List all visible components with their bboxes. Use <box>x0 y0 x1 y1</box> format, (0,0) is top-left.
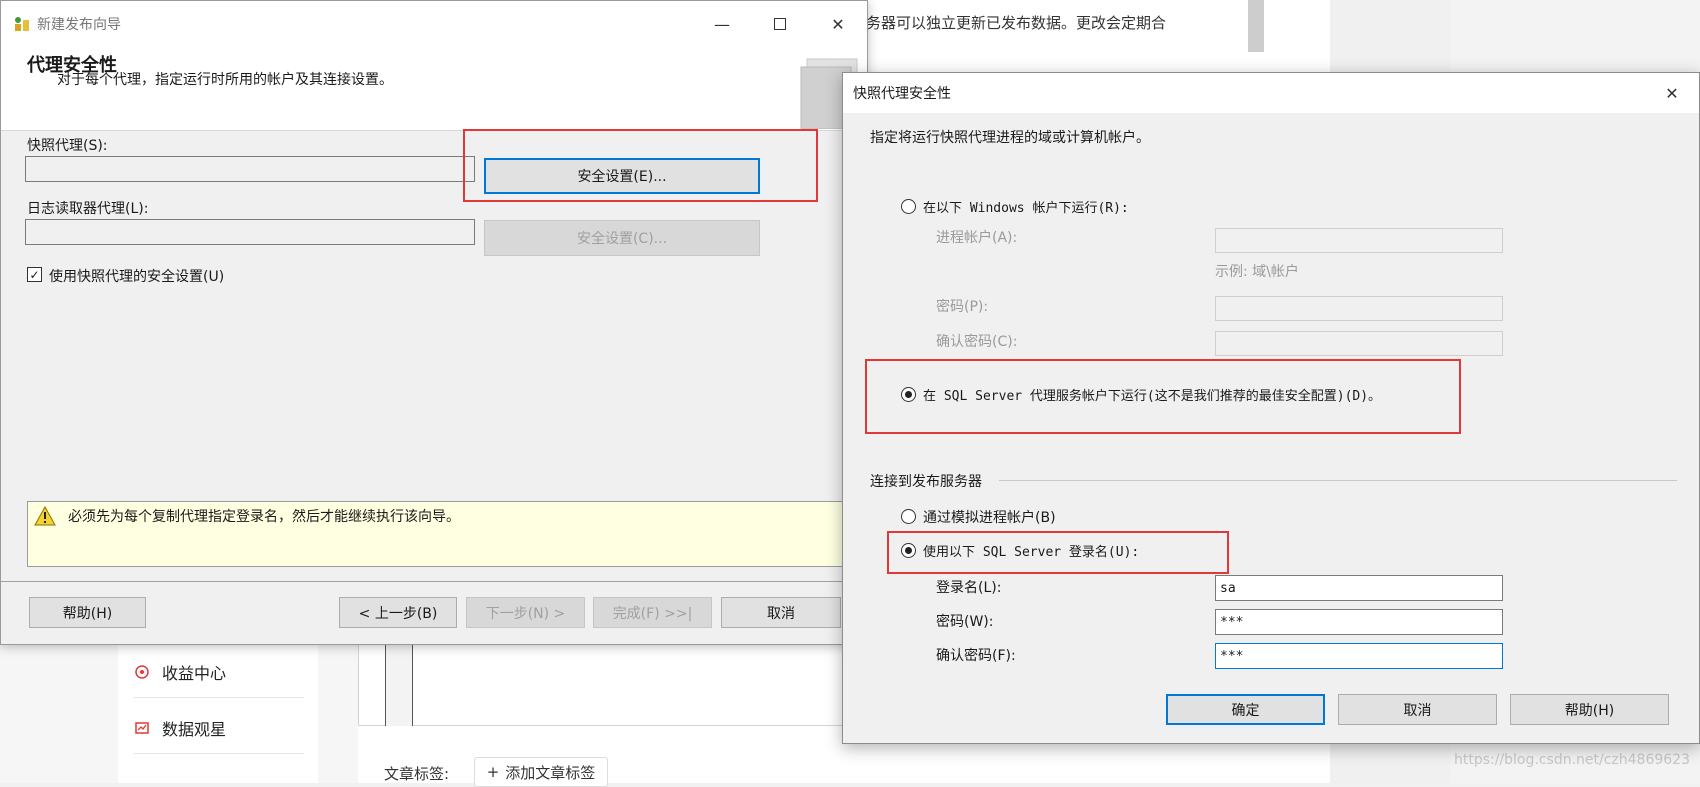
sidebar-item-data[interactable]: 数据观星 <box>134 702 304 754</box>
wizard-app-icon <box>13 15 31 37</box>
coin-icon <box>134 664 150 680</box>
publication-wizard-window: 新建发布向导 — ✕ 代理安全性 对于每个代理，指定运行时所用的帐户及其连接设置… <box>0 0 869 645</box>
editor-scroll-strip <box>385 640 413 726</box>
snapshot-agent-security-dialog: 快照代理安全性 ✕ 指定将运行快照代理进程的域或计算机帐户。 在以下 Windo… <box>842 72 1700 744</box>
process-account-label: 进程帐户(A): <box>936 230 1018 246</box>
dialog-description: 指定将运行快照代理进程的域或计算机帐户。 <box>870 130 1150 146</box>
sidebar-item-revenue[interactable]: 收益中心 <box>134 646 304 698</box>
use-snapshot-settings-label: 使用快照代理的安全设置(U) <box>49 269 225 285</box>
dialog-cancel-button[interactable]: 取消 <box>1338 694 1497 725</box>
snapshot-agent-field[interactable] <box>25 156 475 182</box>
checkmark-icon: ✓ <box>29 267 40 282</box>
maximize-button[interactable] <box>751 1 809 47</box>
plus-icon: + <box>486 763 500 781</box>
impersonate-account-radio-label: 通过模拟进程帐户(B) <box>923 510 1056 526</box>
group-divider <box>999 480 1677 481</box>
sidebar-item-label: 收益中心 <box>162 663 227 683</box>
dialog-titlebar: 快照代理安全性 ✕ <box>843 73 1699 113</box>
windows-account-radio[interactable] <box>901 199 916 214</box>
help-button[interactable]: 帮助(H) <box>29 597 146 628</box>
example-text: 示例: 域\帐户 <box>1215 264 1299 280</box>
warning-panel: 必须先为每个复制代理指定登录名，然后才能继续执行该向导。 <box>27 501 869 567</box>
process-account-input[interactable] <box>1215 228 1503 253</box>
impersonate-account-radio[interactable] <box>901 509 916 524</box>
password-input[interactable] <box>1215 296 1503 321</box>
watermark: https://blog.csdn.net/czh4869623 <box>1453 752 1690 768</box>
password2-input[interactable]: *** <box>1215 609 1503 635</box>
minimize-icon: — <box>714 14 730 34</box>
wizard-title: 新建发布向导 <box>37 17 121 33</box>
logreader-agent-field[interactable] <box>25 219 475 245</box>
password-label: 密码(P): <box>936 299 989 315</box>
chart-icon <box>134 720 150 736</box>
background-article-text: 务器可以独立更新已发布数据。更改会定期合 <box>866 14 1167 32</box>
use-snapshot-settings-checkbox[interactable]: ✓ <box>27 267 42 282</box>
tag-label: 文章标签: <box>384 765 450 783</box>
close-icon: ✕ <box>831 14 845 34</box>
warning-text: 必须先为每个复制代理指定登录名，然后才能继续执行该向导。 <box>68 509 460 525</box>
background-scrollbar[interactable] <box>1248 0 1264 52</box>
logreader-security-settings-button[interactable]: 安全设置(C)... <box>484 220 760 256</box>
login-label: 登录名(L): <box>936 580 1002 596</box>
windows-account-radio-label: 在以下 Windows 帐户下运行(R): <box>923 201 1129 216</box>
sidebar-item-label: 数据观星 <box>162 719 227 739</box>
highlight-box-snapshot-settings <box>463 129 818 202</box>
sidebar-menu: 收益中心 数据观星 <box>118 640 318 783</box>
footer-divider <box>1 581 867 582</box>
wizard-header: 代理安全性 对于每个代理，指定运行时所用的帐户及其连接设置。 <box>1 47 867 131</box>
close-button[interactable]: ✕ <box>809 1 867 47</box>
warning-icon <box>34 505 56 530</box>
close-icon: ✕ <box>1665 83 1679 103</box>
dialog-close-button[interactable]: ✕ <box>1643 70 1700 116</box>
next-button[interactable]: 下一步(N) > <box>466 597 585 628</box>
confirm2-label: 确认密码(F): <box>936 648 1016 664</box>
confirm-password-input[interactable] <box>1215 331 1503 356</box>
page-subtitle: 对于每个代理，指定运行时所用的帐户及其连接设置。 <box>57 72 393 88</box>
finish-button[interactable]: 完成(F) >>| <box>593 597 712 628</box>
confirm2-input[interactable]: *** <box>1215 643 1503 669</box>
wizard-titlebar: 新建发布向导 — ✕ <box>1 1 867 47</box>
password2-label: 密码(W): <box>936 614 994 630</box>
logreader-agent-label: 日志读取器代理(L): <box>27 201 149 217</box>
confirm-password-label: 确认密码(C): <box>936 334 1018 350</box>
dialog-help-button[interactable]: 帮助(H) <box>1510 694 1669 725</box>
dialog-title: 快照代理安全性 <box>853 86 951 102</box>
highlight-box-sql-agent <box>865 359 1461 434</box>
connect-group-label: 连接到发布服务器 <box>870 474 982 490</box>
highlight-box-sql-login <box>887 531 1229 574</box>
minimize-button[interactable]: — <box>693 1 751 47</box>
snapshot-agent-label: 快照代理(S): <box>27 138 108 154</box>
login-input[interactable]: sa <box>1215 575 1503 601</box>
back-button[interactable]: < 上一步(B) <box>339 597 457 628</box>
ok-button[interactable]: 确定 <box>1166 694 1325 725</box>
maximize-icon <box>774 18 786 30</box>
cancel-button[interactable]: 取消 <box>721 597 841 628</box>
